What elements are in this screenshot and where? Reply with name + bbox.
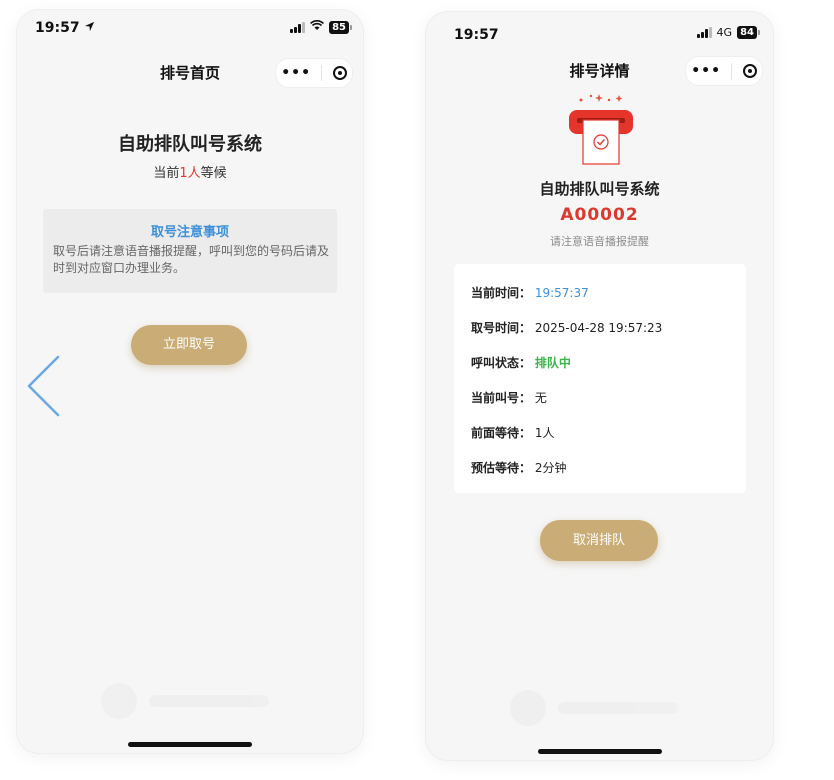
network-label: 4G <box>716 26 733 39</box>
battery-icon: 85 <box>329 20 352 34</box>
queue-detail-card: 当前时间： 19:57:37 取号时间： 2025-04-28 19:57:23… <box>454 264 746 493</box>
system-title: 自助排队叫号系统 <box>539 180 660 198</box>
target-icon[interactable] <box>742 64 757 78</box>
status-bar: 19:57 4G 84 <box>426 12 773 52</box>
more-icon[interactable]: ••• <box>691 63 721 79</box>
capsule-divider <box>321 65 323 81</box>
watermark <box>496 690 716 730</box>
detail-row-waiting-ahead: 前面等待： 1人 <box>471 426 555 440</box>
notice-body: 取号后请注意语音播报提醒，呼叫到您的号码后请及时到对应窗口办理业务。 <box>53 244 330 275</box>
mini-program-capsule: ••• <box>275 58 353 88</box>
target-icon[interactable] <box>332 66 347 80</box>
home-indicator[interactable] <box>128 742 252 747</box>
home-indicator[interactable] <box>537 749 662 754</box>
status-icons: 85 <box>290 20 352 34</box>
battery-icon: 84 <box>737 26 760 39</box>
capsule-divider <box>731 63 733 79</box>
waiting-count-text: 当前1人等候 <box>153 166 227 181</box>
page-title: 排号首页 <box>159 63 220 82</box>
queue-detail-screen: 19:57 4G 84 排号详情 ••• 自助排队叫号系统 A00002 请注意… <box>426 12 773 760</box>
take-number-button[interactable]: 立即取号 <box>131 325 247 365</box>
status-time: 19:57 <box>35 20 95 36</box>
home-screen: 19:57 85 排号首页 ••• 自助排队叫号系统 当前1人等候 取号注意事项… <box>17 10 363 753</box>
notice-box: 取号注意事项 取号后请注意语音播报提醒，呼叫到您的号码后请及时到对应窗口办理业务… <box>43 209 337 293</box>
status-bar: 19:57 85 <box>17 10 363 50</box>
voice-reminder-hint: 请注意语音播报提醒 <box>550 235 649 248</box>
back-arrow-icon[interactable] <box>26 355 60 417</box>
notice-title: 取号注意事项 <box>150 225 229 240</box>
signal-icon <box>290 21 306 33</box>
waiting-count: 1人 <box>179 166 201 181</box>
system-title: 自助排队叫号系统 <box>118 134 262 155</box>
detail-row-current-call: 当前叫号： 无 <box>471 391 547 405</box>
nav-bar: 排号详情 ••• <box>426 48 773 92</box>
location-arrow-icon <box>84 20 95 36</box>
wifi-icon <box>310 20 325 34</box>
nav-bar: 排号首页 ••• <box>17 50 363 94</box>
ticket-printer-icon <box>569 94 633 165</box>
detail-row-take-time: 取号时间： 2025-04-28 19:57:23 <box>471 321 663 335</box>
status-icons: 4G 84 <box>696 26 760 39</box>
watermark <box>87 683 307 723</box>
mini-program-capsule: ••• <box>685 56 763 86</box>
cancel-queue-button[interactable]: 取消排队 <box>540 520 658 561</box>
detail-row-current-time: 当前时间： 19:57:37 <box>471 286 589 300</box>
detail-row-call-status: 呼叫状态： 排队中 <box>471 356 571 370</box>
ticket-number: A00002 <box>560 205 639 225</box>
more-icon[interactable]: ••• <box>281 65 311 81</box>
detail-row-estimated-wait: 预估等待： 2分钟 <box>471 461 567 475</box>
signal-icon <box>696 27 712 38</box>
status-time: 19:57 <box>454 27 499 43</box>
page-title: 排号详情 <box>569 61 630 80</box>
